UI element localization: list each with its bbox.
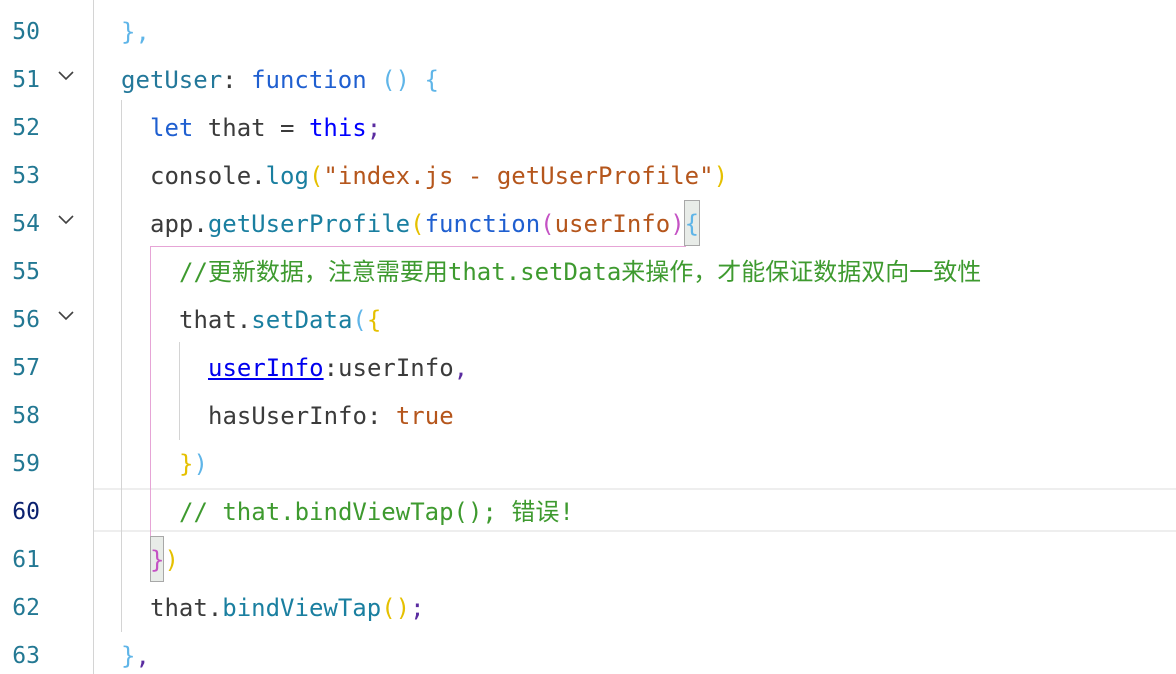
code-line[interactable]: 62 that.bindViewTap();	[0, 584, 1176, 632]
code-text[interactable]: console.log("index.js - getUserProfile")	[150, 159, 728, 193]
code-token: let	[150, 114, 194, 142]
code-token: bindViewTap	[222, 594, 382, 622]
code-line[interactable]: 53 console.log("index.js - getUserProfile…	[0, 152, 1176, 200]
code-token: (	[308, 162, 324, 190]
line-number: 63	[12, 643, 40, 669]
code-token: getUser	[121, 66, 223, 94]
code-token: {	[366, 306, 382, 334]
code-token: (	[410, 210, 425, 238]
line-number: 60	[12, 499, 40, 525]
code-token: ()	[381, 66, 411, 94]
code-token: this	[308, 114, 367, 142]
code-text[interactable]: app.getUserProfile(function(userInfo){	[150, 207, 699, 241]
code-token: true	[395, 402, 454, 430]
code-token: }	[150, 546, 165, 574]
code-token: ;	[366, 114, 382, 142]
code-token: // that.bindViewTap(); 错误!	[179, 498, 574, 526]
line-number: 52	[12, 115, 40, 141]
code-token: .	[207, 594, 223, 622]
line-number: 54	[12, 211, 40, 237]
code-token: }	[121, 642, 136, 670]
line-number: 58	[12, 403, 40, 429]
code-line[interactable]: 61})	[0, 536, 1176, 584]
line-number: 51	[12, 67, 40, 93]
code-text[interactable]: //更新数据，注意需要用that.setData来操作，才能保证数据双向一致性	[179, 255, 981, 289]
code-token: ,	[135, 642, 150, 670]
code-text[interactable]: },	[121, 15, 150, 49]
line-number: 53	[12, 163, 40, 189]
code-token: ,	[453, 354, 469, 382]
code-text[interactable]: })	[179, 447, 208, 481]
code-token: )	[164, 546, 179, 574]
code-text[interactable]: hasUserInfo: true	[208, 399, 454, 433]
code-line[interactable]: 52 let that = this;	[0, 104, 1176, 152]
code-token: )	[670, 210, 685, 238]
code-line[interactable]: 60 // that.bindViewTap(); 错误!	[0, 488, 1176, 536]
code-token: :userInfo	[323, 354, 454, 382]
code-text[interactable]: // that.bindViewTap(); 错误!	[179, 495, 574, 529]
code-editor[interactable]: 50}, 51 getUser: function () {52 let that =…	[0, 0, 1176, 674]
code-token: (	[352, 306, 367, 334]
code-token: app	[150, 210, 194, 238]
code-token: function	[424, 210, 541, 238]
code-text[interactable]: })	[150, 543, 179, 577]
code-line[interactable]: 58 hasUserInfo: true	[0, 392, 1176, 440]
code-token: that =	[193, 114, 309, 142]
code-token: .	[251, 162, 266, 190]
code-token: //更新数据，注意需要用that.setData来操作，才能保证数据双向一致性	[179, 258, 982, 286]
code-line[interactable]: 51 getUser: function () {	[0, 56, 1176, 104]
code-token: (	[540, 210, 555, 238]
line-number: 57	[12, 355, 40, 381]
code-line[interactable]: 50},	[0, 8, 1176, 56]
code-token: :	[222, 66, 252, 94]
code-text[interactable]: getUser: function () {	[121, 63, 439, 97]
line-number: 50	[12, 19, 40, 45]
code-line[interactable]: 55 //更新数据，注意需要用that.setData来操作，才能保证数据双向一致…	[0, 248, 1176, 296]
code-token: )	[713, 162, 729, 190]
code-token: {	[424, 66, 439, 94]
line-number: 55	[12, 259, 40, 285]
code-text[interactable]: that.bindViewTap();	[150, 591, 425, 625]
fold-chevron-down-icon[interactable]	[56, 210, 76, 230]
code-text[interactable]: that.setData({	[179, 303, 381, 337]
code-token: }	[179, 450, 194, 478]
code-text[interactable]: let that = this;	[150, 111, 381, 145]
code-token: hasUserInfo	[208, 402, 367, 430]
line-number: 56	[12, 307, 40, 333]
line-number: 61	[12, 547, 40, 573]
code-token: ;	[410, 594, 425, 622]
code-token: {	[684, 210, 700, 238]
code-token: ()	[381, 594, 411, 622]
code-token: :	[366, 402, 396, 430]
code-token: that	[179, 306, 237, 334]
fold-chevron-down-icon[interactable]	[56, 306, 76, 326]
code-token: .	[236, 306, 252, 334]
code-token: setData	[251, 306, 353, 334]
code-token: console	[150, 162, 252, 190]
code-token: "index.js - getUserProfile"	[323, 162, 714, 190]
code-token: log	[265, 162, 309, 190]
code-text[interactable]: userInfo:userInfo,	[208, 351, 468, 385]
code-line[interactable]: 63},	[0, 632, 1176, 674]
code-line[interactable]: 57 userInfo:userInfo,	[0, 344, 1176, 392]
code-line[interactable]: 59})	[0, 440, 1176, 488]
code-token: )	[193, 450, 208, 478]
code-token: userInfo	[554, 210, 671, 238]
code-token: },	[121, 18, 150, 46]
code-token: getUserProfile	[207, 210, 411, 238]
line-number: 59	[12, 451, 40, 477]
code-token: that	[150, 594, 208, 622]
code-line[interactable]: 56 that.setData({	[0, 296, 1176, 344]
line-number: 62	[12, 595, 40, 621]
code-token: .	[193, 210, 208, 238]
code-token: userInfo	[208, 354, 324, 382]
code-token: function	[251, 66, 367, 94]
code-line[interactable]: 54 app.getUserProfile(function(userInfo){	[0, 200, 1176, 248]
fold-chevron-down-icon[interactable]	[56, 66, 76, 86]
code-text[interactable]: },	[121, 639, 150, 673]
